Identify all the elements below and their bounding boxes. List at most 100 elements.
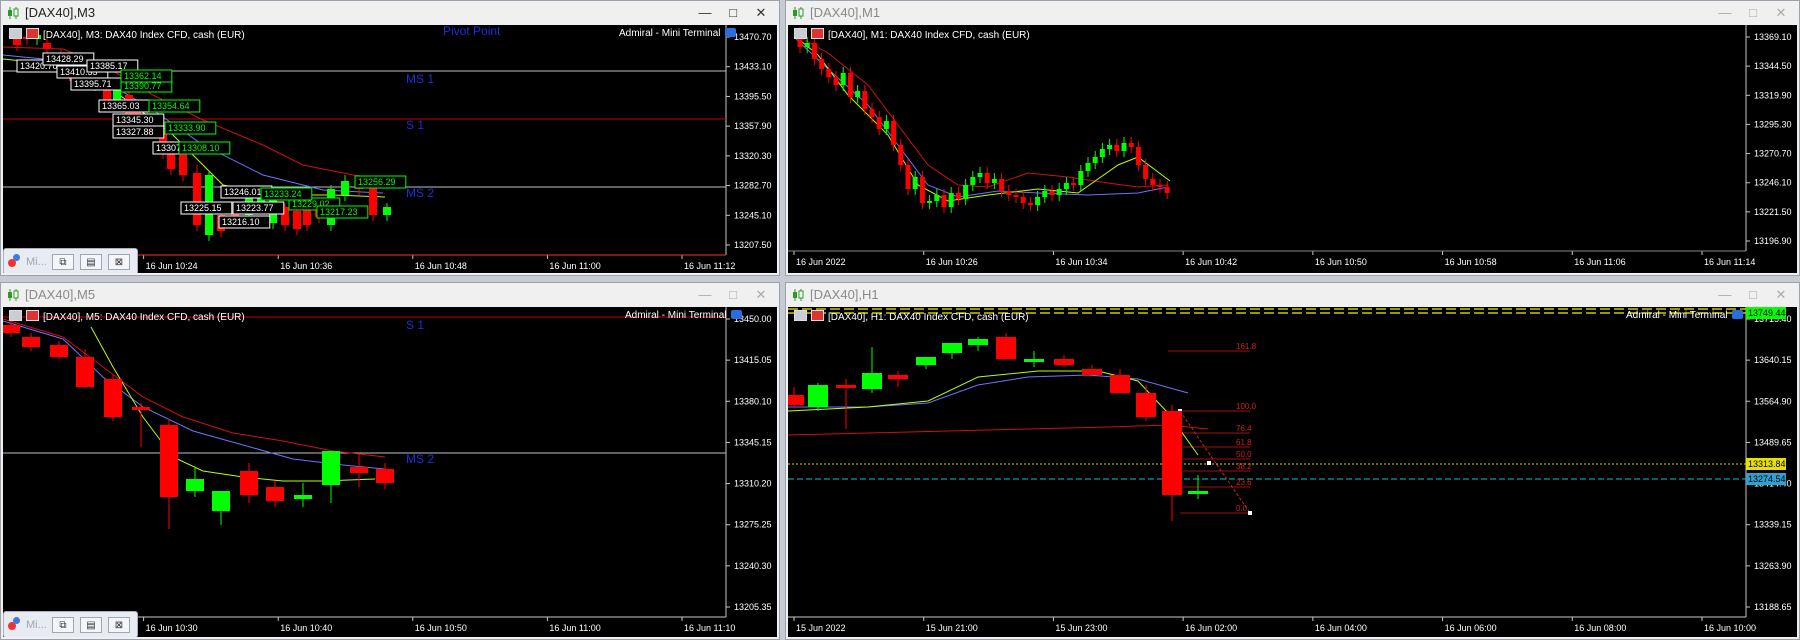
candle-body bbox=[898, 145, 904, 165]
x-tick-label: 16 Jun 2022 bbox=[796, 257, 846, 267]
minimize-button[interactable]: — bbox=[691, 285, 719, 305]
candle-body bbox=[1063, 183, 1069, 189]
x-tick-label: 16 Jun 08:00 bbox=[1574, 623, 1626, 633]
candle-body bbox=[22, 337, 40, 347]
price-chart[interactable]: 13715.4013640.1513564.9013489.6513414.40… bbox=[788, 307, 1797, 637]
x-tick-label: 16 Jun 11:12 bbox=[684, 261, 735, 271]
candle-body bbox=[912, 177, 918, 189]
restore-icon[interactable]: ⧉ bbox=[52, 254, 74, 270]
chart-area[interactable]: 13450.00 13415.05 13380.10 13345.15 13310.20… bbox=[3, 307, 777, 637]
y-tick-label: 13640.15 bbox=[1754, 355, 1792, 365]
price-tag: 13274.54 bbox=[1748, 474, 1786, 484]
chart-header: [DAX40], M3: DAX40 Index CFD, cash (EUR) bbox=[9, 28, 245, 41]
candle-body bbox=[1128, 143, 1134, 147]
pivot-label: MS 2 bbox=[406, 186, 434, 200]
chart-area[interactable]: 13470.70 13433.10 13395.50 13357.90 13320.30… bbox=[3, 25, 777, 273]
chart-header: [DAX40], H1: DAX40 Index CFD, cash (EUR) bbox=[794, 310, 1029, 323]
title-bar[interactable]: [DAX40],M3 — □ ✕ bbox=[1, 1, 779, 25]
candle-body bbox=[1114, 145, 1120, 151]
candle-body bbox=[240, 471, 258, 495]
y-tick-label: 13295.30 bbox=[1754, 119, 1792, 129]
y-tick-label: 13270.70 bbox=[1754, 149, 1792, 159]
close-button[interactable]: ✕ bbox=[747, 285, 775, 305]
close-icon[interactable]: ⊠ bbox=[108, 254, 130, 270]
candle-body bbox=[1188, 491, 1208, 494]
title-bar[interactable]: [DAX40],H1 — □ ✕ bbox=[786, 283, 1799, 307]
price-chart[interactable]: 13369.10 13344.50 13319.90 13295.30 13270.70… bbox=[788, 25, 1797, 273]
maximize-button[interactable]: □ bbox=[719, 285, 747, 305]
candle-body bbox=[883, 121, 889, 129]
x-tick-label: 16 Jun 11:10 bbox=[684, 623, 735, 633]
candle-body bbox=[1071, 183, 1077, 185]
candle-body bbox=[1092, 157, 1098, 163]
price-chart[interactable]: 13470.70 13433.10 13395.50 13357.90 13320.30… bbox=[3, 25, 777, 273]
chart-window-h1[interactable]: [DAX40],H1 — □ ✕ 13715.4013640.1513564.9… bbox=[785, 282, 1800, 640]
candle-body bbox=[1056, 189, 1062, 195]
mini-terminal-label[interactable]: Admiral - Mini Terminal bbox=[619, 28, 736, 39]
maximize-button[interactable]: □ bbox=[719, 3, 747, 23]
fib-label: 0.0 bbox=[1236, 504, 1248, 513]
panel-icon[interactable]: ▤ bbox=[80, 254, 102, 270]
candle-body bbox=[1164, 187, 1170, 193]
x-tick-label: 16 Jun 10:50 bbox=[415, 623, 467, 633]
chart-symbol-icon bbox=[794, 310, 807, 321]
chart-area[interactable]: 13369.10 13344.50 13319.90 13295.30 13270.70… bbox=[788, 25, 1797, 273]
graduation-cap-icon bbox=[730, 310, 742, 319]
price-chart[interactable]: 13450.0013415.0513380.1013345.1513310.20… bbox=[3, 307, 777, 637]
y-tick-label: 13263.90 bbox=[1754, 561, 1792, 571]
title-bar[interactable]: [DAX40],M5 — □ ✕ bbox=[1, 283, 779, 307]
chart-background bbox=[788, 25, 1797, 273]
candle-body bbox=[963, 185, 969, 199]
candle-body bbox=[970, 177, 976, 185]
close-button[interactable]: ✕ bbox=[1767, 285, 1795, 305]
candle-body bbox=[1099, 149, 1105, 157]
trade-label: 13256.29 bbox=[358, 177, 396, 187]
minimize-button[interactable]: — bbox=[691, 3, 719, 23]
candle-body bbox=[876, 117, 882, 129]
panel-icon[interactable]: ▤ bbox=[80, 617, 102, 633]
y-tick-label: 13275.25 bbox=[734, 520, 772, 530]
pivot-label: MS 1 bbox=[406, 72, 434, 86]
minimize-button[interactable]: — bbox=[1711, 285, 1739, 305]
chart-window-m3[interactable]: [DAX40],M3 — □ ✕ 13470.70 13433.10 13395.5… bbox=[0, 0, 780, 276]
trade-label: 13365.03 bbox=[102, 101, 140, 111]
minimize-button[interactable]: — bbox=[1711, 3, 1739, 23]
mini-terminal-panel[interactable]: Mi... ⧉ ▤ ⊠ bbox=[3, 248, 138, 273]
title-bar[interactable]: [DAX40],M1 — □ ✕ bbox=[786, 1, 1799, 25]
candle-body bbox=[819, 59, 825, 69]
close-button[interactable]: ✕ bbox=[1767, 3, 1795, 23]
candle-body bbox=[968, 339, 988, 345]
candle-body bbox=[955, 193, 961, 199]
candle-body bbox=[43, 43, 51, 49]
mini-terminal-label[interactable]: Admiral - Mini Terminal bbox=[1626, 310, 1743, 321]
y-tick-label: 13188.65 bbox=[1754, 602, 1792, 612]
maximize-button[interactable]: □ bbox=[1739, 3, 1767, 23]
fib-anchor bbox=[1248, 511, 1252, 515]
close-icon[interactable]: ⊠ bbox=[108, 617, 130, 633]
candle-body bbox=[212, 491, 230, 511]
restore-icon[interactable]: ⧉ bbox=[52, 617, 74, 633]
chart-settings-icon bbox=[26, 28, 39, 39]
chart-window-m5[interactable]: [DAX40],M5 — □ ✕ 13450.00 13415.05 13380.1… bbox=[0, 282, 780, 640]
close-button[interactable]: ✕ bbox=[747, 3, 775, 23]
trade-label: 13345.30 bbox=[116, 115, 154, 125]
x-tick-label: 16 Jun 10:48 bbox=[415, 261, 467, 271]
maximize-button[interactable]: □ bbox=[1739, 285, 1767, 305]
chart-window-m1[interactable]: [DAX40],M1 — □ ✕ 13369.10 13344.50 13319.9… bbox=[785, 0, 1800, 276]
x-tick-label: 16 Jun 04:00 bbox=[1315, 623, 1367, 633]
x-tick-label: 16 Jun 11:00 bbox=[549, 623, 600, 633]
y-tick-label: 13564.90 bbox=[1754, 396, 1792, 406]
mini-terminal-panel[interactable]: Mi... ⧉ ▤ ⊠ bbox=[3, 611, 138, 637]
y-tick-label: 13433.10 bbox=[734, 62, 772, 72]
trade-label: 13216.10 bbox=[222, 217, 260, 227]
candle-body bbox=[1107, 145, 1113, 149]
candle-body bbox=[179, 153, 187, 175]
candle-body bbox=[996, 337, 1016, 359]
candle-body bbox=[341, 181, 349, 195]
mini-terminal-label[interactable]: Admiral - Mini Terminal bbox=[625, 310, 742, 321]
trade-label: 13217.23 bbox=[320, 207, 358, 217]
fib-label: 23.6 bbox=[1236, 478, 1252, 487]
x-tick-label: 16 Jun 06:00 bbox=[1445, 623, 1497, 633]
chart-settings-icon bbox=[26, 310, 39, 321]
chart-area[interactable]: 13715.4013640.1513564.9013489.6513414.40… bbox=[788, 307, 1797, 637]
